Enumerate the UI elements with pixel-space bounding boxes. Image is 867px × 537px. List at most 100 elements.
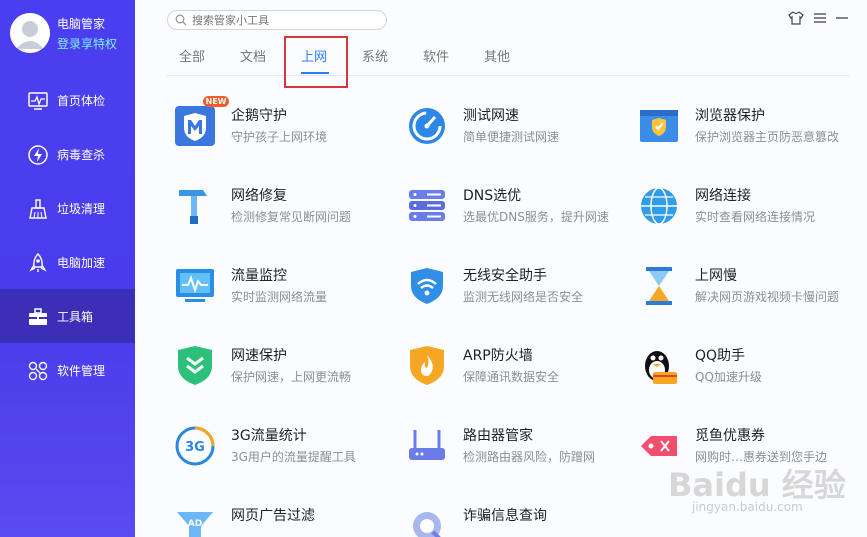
tool-title: 无线安全助手 bbox=[463, 268, 547, 284]
tab-all[interactable]: 全部 bbox=[179, 46, 205, 65]
tool-browser-protect[interactable]: 浏览器保护 保护浏览器主页防恶意篡改 bbox=[637, 104, 857, 160]
tool-desc: 解决网页游戏视频卡慢问题 bbox=[695, 290, 840, 304]
sidebar-item-toolbox[interactable]: 工具箱 bbox=[0, 289, 135, 343]
sidebar-item-cleanup[interactable]: 垃圾清理 bbox=[0, 181, 135, 235]
sidebar-item-label: 工具箱 bbox=[57, 310, 94, 324]
apps-icon bbox=[28, 361, 48, 381]
sidebar-item-label: 软件管理 bbox=[57, 364, 106, 378]
tool-title: 网速保护 bbox=[231, 348, 287, 364]
minimize-icon[interactable] bbox=[834, 10, 850, 26]
tool-title: 诈骗信息查询 bbox=[463, 508, 547, 524]
browser-shield-icon bbox=[640, 110, 678, 142]
avatar[interactable] bbox=[10, 13, 50, 53]
sidebar-item-software[interactable]: 软件管理 bbox=[0, 343, 135, 397]
search-icon bbox=[175, 14, 187, 26]
tool-wifi-security[interactable]: 无线安全助手 监测无线网络是否安全 bbox=[405, 264, 625, 320]
tool-desc: 简单便捷测试网速 bbox=[463, 130, 560, 144]
tool-title: 觅鱼优惠券 bbox=[695, 428, 765, 444]
tool-desc: 监测无线网络是否安全 bbox=[463, 290, 584, 304]
tool-desc: QQ加速升级 bbox=[695, 370, 762, 384]
sidebar-item-antivirus[interactable]: 病毒查杀 bbox=[0, 127, 135, 181]
tool-speed-test[interactable]: 测试网速 简单便捷测试网速 bbox=[405, 104, 625, 160]
tool-title: 流量监控 bbox=[231, 268, 287, 284]
new-badge: NEW bbox=[203, 96, 229, 107]
tab-docs[interactable]: 文档 bbox=[240, 46, 266, 65]
penguin-shield-icon bbox=[175, 106, 215, 146]
tab-system[interactable]: 系统 bbox=[362, 46, 388, 65]
tool-desc: 选最优DNS服务，提升网速 bbox=[463, 210, 609, 224]
search-input[interactable] bbox=[192, 12, 382, 28]
tool-desc: 实时查看网络连接情况 bbox=[695, 210, 816, 224]
sidebar-item-label: 首页体检 bbox=[57, 94, 106, 108]
tool-title: 网络连接 bbox=[695, 188, 751, 204]
tool-title: 测试网速 bbox=[463, 108, 519, 124]
wifi-shield-icon bbox=[411, 268, 443, 304]
svg-text:AD: AD bbox=[188, 519, 202, 529]
tool-qq-assistant[interactable]: QQ助手 QQ加速升级 bbox=[637, 344, 857, 400]
svg-text:3G: 3G bbox=[185, 440, 205, 455]
rocket-icon bbox=[29, 253, 47, 272]
menu-icon[interactable] bbox=[812, 10, 828, 26]
3g-icon: 3G bbox=[175, 426, 215, 466]
hourglass-icon bbox=[646, 267, 672, 305]
tool-network-repair[interactable]: 网络修复 检测修复常见断网问题 bbox=[173, 184, 393, 240]
tab-other[interactable]: 其他 bbox=[484, 46, 510, 65]
traffic-monitor-icon bbox=[176, 269, 214, 302]
tool-desc: 检测路由器风险，防蹭网 bbox=[463, 450, 596, 464]
tool-router-manager[interactable]: 路由器管家 检测路由器风险，防蹭网 bbox=[405, 424, 625, 480]
tool-desc: 实时监测网络流量 bbox=[231, 290, 328, 304]
tool-title: 3G流量统计 bbox=[231, 428, 307, 444]
tool-title: 浏览器保护 bbox=[695, 108, 765, 124]
search-box[interactable] bbox=[167, 10, 387, 30]
sidebar-item-speedup[interactable]: 电脑加速 bbox=[0, 235, 135, 289]
tool-title: 网页广告过滤 bbox=[231, 508, 315, 524]
tool-slow-internet[interactable]: 上网慢 解决网页游戏视频卡慢问题 bbox=[637, 264, 857, 320]
user-panel[interactable]: 电脑管家 登录享特权 bbox=[10, 13, 130, 53]
app-window: 电脑管家 登录享特权 首页体检 病毒查杀 垃圾清理 电脑加速 工具箱 软件管理 … bbox=[0, 0, 867, 537]
tool-title: QQ助手 bbox=[695, 348, 746, 364]
tool-penguin-guard[interactable]: 企鹅守护 守护孩子上网环境 bbox=[173, 104, 393, 160]
tool-network-connection[interactable]: 网络连接 实时查看网络连接情况 bbox=[637, 184, 857, 240]
tool-title: 网络修复 bbox=[231, 188, 287, 204]
tool-arp-firewall[interactable]: ARP防火墙 保障通讯数据安全 bbox=[405, 344, 625, 400]
tool-3g-traffic[interactable]: 3G 3G流量统计 3G用户的流量提醒工具 bbox=[173, 424, 393, 480]
tool-ad-filter[interactable]: AD 网页广告过滤 bbox=[173, 504, 393, 537]
tool-title: 上网慢 bbox=[695, 268, 737, 284]
login-vip-link[interactable]: 登录享特权 bbox=[57, 35, 117, 52]
category-tabs: 全部 文档 上网 系统 软件 其他 bbox=[167, 38, 849, 76]
skin-icon[interactable] bbox=[788, 10, 804, 26]
tool-title: 企鹅守护 bbox=[231, 108, 287, 124]
router-icon bbox=[409, 430, 445, 460]
highlight-box bbox=[284, 36, 348, 88]
toolbox-icon bbox=[29, 308, 47, 325]
speedometer-icon bbox=[409, 108, 445, 144]
avatar-icon bbox=[10, 13, 50, 53]
tool-title: DNS选优 bbox=[463, 188, 522, 204]
tool-desc: 保护浏览器主页防恶意篡改 bbox=[695, 130, 840, 144]
broom-icon bbox=[29, 199, 47, 219]
qq-icon bbox=[645, 351, 677, 384]
tool-dns-optimize[interactable]: DNS选优 选最优DNS服务，提升网速 bbox=[405, 184, 625, 240]
tool-traffic-monitor[interactable]: 流量监控 实时监测网络流量 bbox=[173, 264, 393, 320]
server-icon bbox=[409, 190, 445, 221]
hammer-icon bbox=[179, 190, 207, 224]
sidebar-item-label: 电脑加速 bbox=[57, 256, 106, 270]
ad-filter-icon: AD bbox=[177, 512, 213, 537]
tool-speed-protect[interactable]: 网速保护 保护网速，上网更流畅 bbox=[173, 344, 393, 400]
tool-title: ARP防火墙 bbox=[463, 348, 533, 364]
tool-desc: 3G用户的流量提醒工具 bbox=[231, 450, 356, 464]
tool-desc: 保障通讯数据安全 bbox=[463, 370, 560, 384]
tool-fraud-check[interactable]: 诈骗信息查询 bbox=[405, 504, 625, 537]
tool-desc: 保护网速，上网更流畅 bbox=[231, 370, 352, 384]
monitor-icon bbox=[28, 92, 48, 110]
firewall-icon bbox=[410, 346, 444, 385]
tool-desc: 检测修复常见断网问题 bbox=[231, 210, 352, 224]
speed-shield-icon bbox=[178, 346, 212, 385]
user-name: 电脑管家 bbox=[57, 17, 106, 31]
fraud-check-icon bbox=[413, 512, 441, 537]
tab-software[interactable]: 软件 bbox=[423, 46, 449, 65]
tool-desc: 守护孩子上网环境 bbox=[231, 130, 328, 144]
tool-title: 路由器管家 bbox=[463, 428, 533, 444]
sidebar-item-checkup[interactable]: 首页体检 bbox=[0, 73, 135, 127]
lightning-icon bbox=[28, 145, 48, 165]
